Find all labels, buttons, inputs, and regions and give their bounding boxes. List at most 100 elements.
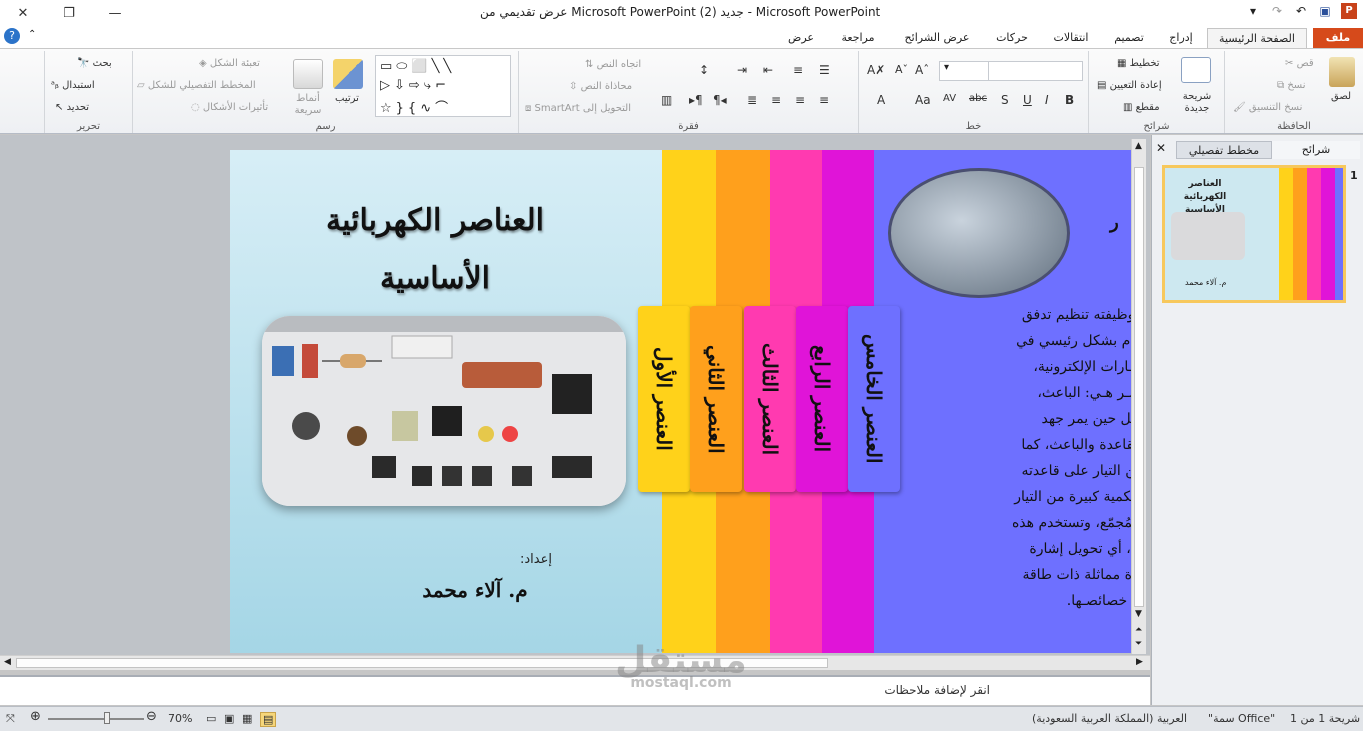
shapes-row-3[interactable]: ☆}{∿⌒	[380, 97, 452, 116]
zoom-in-icon[interactable]: ⊕	[30, 709, 41, 724]
font-color-icon[interactable]: A	[877, 93, 885, 107]
zoom-slider-thumb[interactable]	[104, 712, 110, 724]
paste-icon[interactable]	[1329, 57, 1355, 87]
sorter-view-icon[interactable]: ▦	[242, 712, 252, 725]
strikethrough-icon[interactable]: abc	[969, 93, 987, 104]
increase-indent-icon[interactable]: ⇥	[737, 63, 747, 77]
quick-styles-icon[interactable]	[293, 59, 323, 89]
tab-element-5[interactable]: العنصر الخامس	[848, 306, 900, 492]
restore-icon[interactable]: ❐	[46, 0, 92, 26]
tab-view[interactable]: عرض	[779, 28, 823, 48]
slide-title[interactable]: العناصر الكهربائية الأساسية	[250, 192, 620, 308]
rtl-icon[interactable]: ¶◂	[713, 93, 727, 107]
vertical-scrollbar[interactable]: ▲ ▼ ⏶ ⏷	[1131, 139, 1146, 654]
shapes-row-1[interactable]: ▭⬭⬜╲╲	[380, 59, 455, 74]
zoom-slider[interactable]	[48, 718, 144, 720]
scroll-left-icon[interactable]: ◀	[4, 657, 11, 667]
content-panel[interactable]: ر ، جهاز وظيفته تنظيم تدفق ويُستخدم بشكل…	[874, 150, 1132, 653]
close-icon[interactable]: ✕	[0, 0, 46, 26]
next-slide-icon[interactable]: ⏷	[1135, 639, 1142, 649]
new-slide-icon[interactable]	[1181, 57, 1211, 83]
italic-icon[interactable]: I	[1045, 93, 1049, 107]
text-direction-button[interactable]: اتجاه النص ⇅	[585, 59, 641, 70]
previous-slide-icon[interactable]: ⏶	[1135, 625, 1142, 635]
numbering-icon[interactable]: ≡	[793, 63, 803, 77]
change-case-icon[interactable]: Aa	[915, 93, 931, 107]
help-icon[interactable]: ?	[4, 28, 20, 44]
undo-icon[interactable]: ↶	[1293, 3, 1309, 19]
shape-fill-button[interactable]: تعبئة الشكل ◈	[199, 58, 260, 69]
paste-button[interactable]: لصق	[1331, 91, 1351, 102]
shape-outline-button[interactable]: المخطط التفصيلي للشكل ▱	[137, 80, 256, 91]
content-text[interactable]: ، جهاز وظيفته تنظيم تدفق ويُستخدم بشكل ر…	[874, 302, 1132, 614]
close-pane-icon[interactable]: ✕	[1156, 141, 1166, 155]
normal-view-icon[interactable]: ▤	[260, 712, 277, 727]
shadow-icon[interactable]: S	[1001, 93, 1009, 107]
tab-file[interactable]: ملف	[1313, 28, 1363, 48]
arrange-button[interactable]: ترتيب	[335, 93, 359, 104]
align-text-button[interactable]: محاذاة النص ⇳	[569, 81, 632, 92]
layout-button[interactable]: تخطيط ▦	[1117, 58, 1160, 69]
arrange-icon[interactable]	[333, 59, 363, 89]
grow-font-icon[interactable]: Aˆ	[915, 63, 929, 77]
customize-qat-icon[interactable]: ▾	[1245, 3, 1261, 19]
tab-element-2[interactable]: العنصر الثاني	[690, 306, 742, 492]
ltr-icon[interactable]: ▸¶	[689, 93, 703, 107]
tab-element-4[interactable]: العنصر الرابع	[796, 306, 848, 492]
justify-icon[interactable]: ≣	[747, 93, 757, 107]
line-spacing-icon[interactable]: ↕	[699, 63, 709, 77]
slide-canvas[interactable]: العناصر الكهربائية الأساسية إعداد: م. آل…	[230, 150, 1132, 653]
reading-view-icon[interactable]: ▣	[224, 712, 234, 725]
bullets-icon[interactable]: ☰	[819, 63, 830, 77]
redo-icon[interactable]: ↷	[1269, 3, 1285, 19]
bold-icon[interactable]: B	[1065, 93, 1074, 107]
align-center-icon[interactable]: ≡	[795, 93, 805, 107]
shrink-font-icon[interactable]: Aˇ	[895, 63, 908, 76]
tab-transitions[interactable]: انتقالات	[1045, 28, 1097, 48]
clear-formatting-icon[interactable]: A✗	[867, 63, 885, 77]
section-button[interactable]: مقطع ▥	[1123, 102, 1160, 113]
scroll-up-icon[interactable]: ▲	[1135, 141, 1142, 151]
minimize-icon[interactable]: —	[92, 0, 138, 26]
font-size-field[interactable]: ▾	[939, 61, 989, 81]
vertical-scroll-thumb[interactable]	[1134, 167, 1144, 607]
fit-window-icon[interactable]: ⤧	[6, 712, 15, 726]
shapes-gallery[interactable]: ▭⬭⬜╲╲ ▷⇩⇨⤷⌐ ☆}{∿⌒	[375, 55, 511, 117]
select-button[interactable]: تحديد ↖	[55, 102, 89, 113]
find-button[interactable]: بحث 🔭	[77, 58, 112, 69]
scroll-down-icon[interactable]: ▼	[1135, 609, 1142, 619]
character-spacing-icon[interactable]: AV	[943, 93, 956, 104]
tab-element-3[interactable]: العنصر الثالث	[744, 306, 796, 492]
reset-button[interactable]: إعادة التعيين ▤	[1097, 80, 1162, 91]
scroll-right-icon[interactable]: ▶	[1136, 657, 1143, 667]
shapes-row-2[interactable]: ▷⇩⇨⤷⌐	[380, 78, 450, 93]
ribbon-minimize-icon[interactable]: ⌃	[28, 29, 36, 40]
tab-design[interactable]: تصميم	[1107, 28, 1151, 48]
align-right-icon[interactable]: ≡	[819, 93, 829, 107]
align-left-icon[interactable]: ≡	[771, 93, 781, 107]
format-painter-button[interactable]: نسخ التنسيق 🖌	[1233, 102, 1302, 113]
tab-outline[interactable]: مخطط تفصيلي	[1176, 141, 1272, 159]
notes-pane[interactable]: انقر لإضافة ملاحظات	[0, 675, 1150, 705]
zoom-level[interactable]: 70%	[168, 712, 192, 725]
horizontal-scrollbar[interactable]: ◀ ▶	[0, 655, 1150, 670]
replace-button[interactable]: استبدال ᵃᵦ	[51, 80, 95, 91]
tab-home[interactable]: الصفحة الرئيسية	[1207, 28, 1307, 48]
decrease-indent-icon[interactable]: ⇤	[763, 63, 773, 77]
save-icon[interactable]: ▣	[1317, 3, 1333, 19]
cut-button[interactable]: قص ✂	[1285, 58, 1314, 69]
convert-smartart-button[interactable]: التحويل إلى SmartArt ⧈	[525, 103, 631, 114]
new-slide-button[interactable]: شريحة جديدة	[1177, 91, 1217, 115]
underline-icon[interactable]: U	[1023, 93, 1032, 107]
slide-thumbnail[interactable]: العناصر الكهربائية الأساسية م. آلاء محمد	[1162, 165, 1346, 303]
copy-button[interactable]: نسخ ⧉	[1277, 80, 1306, 91]
slideshow-view-icon[interactable]: ▭	[206, 712, 216, 725]
tab-animations[interactable]: حركات	[991, 28, 1033, 48]
tab-review[interactable]: مراجعة	[833, 28, 883, 48]
quick-styles-button[interactable]: أنماط سريعة	[287, 93, 329, 117]
tab-insert[interactable]: إدراج	[1159, 28, 1203, 48]
components-photo[interactable]	[262, 316, 626, 506]
columns-icon[interactable]: ▥	[661, 93, 672, 107]
zoom-out-icon[interactable]: ⊖	[146, 709, 157, 724]
shape-effects-button[interactable]: تأثيرات الأشكال ◌	[191, 102, 268, 113]
